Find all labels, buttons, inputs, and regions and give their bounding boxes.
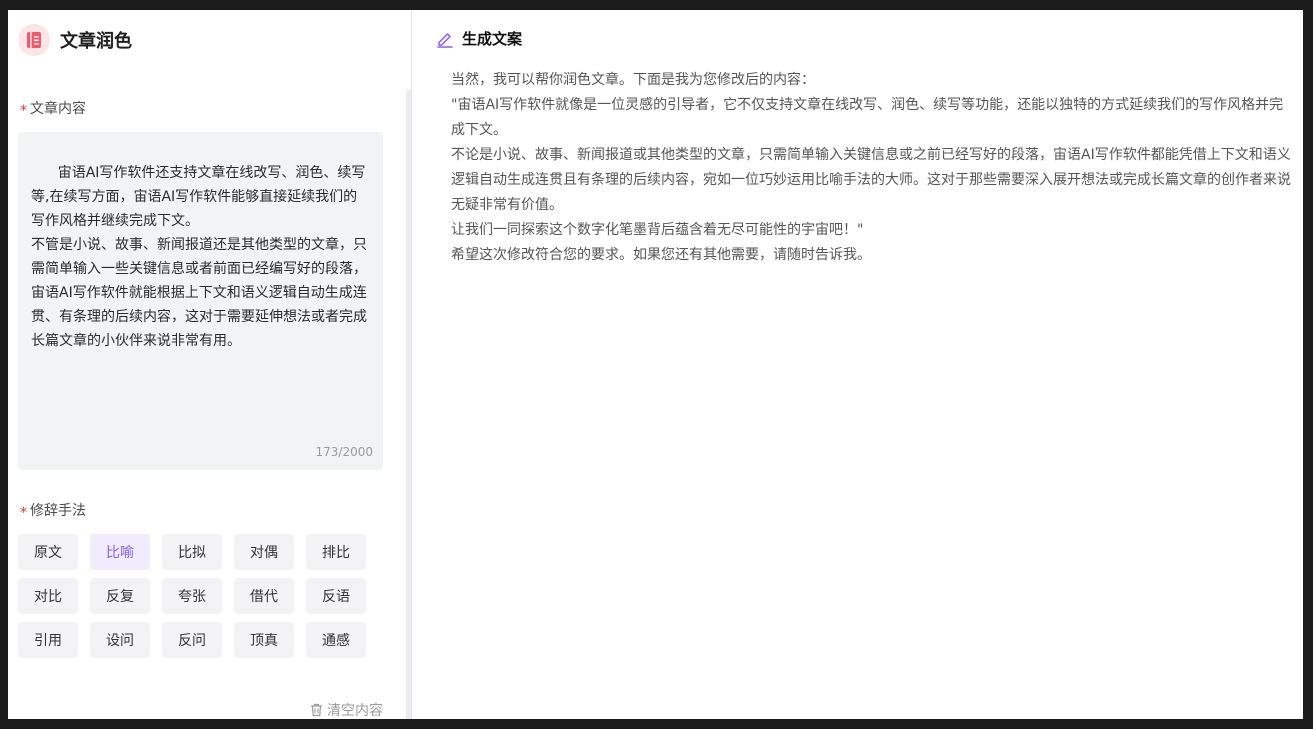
rhetoric-option[interactable]: 比拟 [162,534,222,570]
output-header: 生成文案 [436,28,525,50]
rhetoric-option[interactable]: 对比 [18,578,78,614]
rhetoric-option[interactable]: 借代 [234,578,294,614]
output-paragraph: 当然，我可以帮你润色文章。下面是我为您修改后的内容： [451,72,815,88]
output-paragraph: 不论是小说、故事、新闻报道或其他类型的文章，只需简单输入关键信息或之前已经写好的… [451,147,1291,213]
clear-button[interactable]: 清空内容 [310,700,383,719]
output-panel: 生成文案 当然，我可以帮你润色文章。下面是我为您修改后的内容： "宙语AI写作软件… [412,10,1303,719]
output-paragraph: "宙语AI写作软件就像是一位灵感的引导者，它不仅支持文章在线改写、润色、续写等功… [451,97,1284,138]
trash-icon [311,703,322,717]
book-icon [18,24,50,56]
rhetoric-option[interactable]: 引用 [18,622,78,658]
article-content[interactable]: 宙语AI写作软件还支持文章在线改写、润色、续写等,在续写方面，宙语AI写作软件能… [31,165,367,349]
rhetoric-option[interactable]: 对偶 [234,534,294,570]
app-title: 文章润色 [60,31,132,52]
rhetoric-label: * 修辞手法 [20,500,86,520]
app-window: 文章润色 * 文章内容 宙语AI写作软件还支持文章在线改写、润色、续写等,在续写… [8,10,1303,719]
article-label-text: 文章内容 [30,101,86,117]
rhetoric-option[interactable]: 排比 [306,534,366,570]
rhetoric-option[interactable]: 通感 [306,622,366,658]
input-panel: 文章润色 * 文章内容 宙语AI写作软件还支持文章在线改写、润色、续写等,在续写… [8,10,411,719]
rhetoric-option[interactable]: 比喻 [90,534,150,570]
output-paragraph: 希望这次修改符合您的要求。如果您还有其他需要，请随时告诉我。 [451,247,871,263]
char-counter: 173/2000 [315,445,374,459]
article-textarea[interactable]: 宙语AI写作软件还支持文章在线改写、润色、续写等,在续写方面，宙语AI写作软件能… [18,132,383,470]
article-label: * 文章内容 [20,98,86,118]
rhetoric-label-text: 修辞手法 [30,503,86,519]
required-mark: * [20,103,27,119]
app-header: 文章润色 [18,24,132,56]
rhetoric-option[interactable]: 设问 [90,622,150,658]
clear-label: 清空内容 [327,703,383,719]
rhetoric-option[interactable]: 反语 [306,578,366,614]
required-mark: * [20,505,27,521]
rhetoric-option[interactable]: 原文 [18,534,78,570]
rhetoric-options: 原文 比喻 比拟 对偶 排比对比 反复 夸张 借代 反语引用 设问 反问 顶真 通感 [18,534,366,658]
output-paragraph: 让我们一同探索这个数字化笔墨背后蕴含着无尽可能性的宇宙吧！" [451,222,864,238]
output-content: 当然，我可以帮你润色文章。下面是我为您修改后的内容： "宙语AI写作软件就像是一位… [451,68,1291,268]
pencil-icon [437,32,453,48]
rhetoric-option[interactable]: 顶真 [234,622,294,658]
rhetoric-option[interactable]: 反问 [162,622,222,658]
rhetoric-option[interactable]: 夸张 [162,578,222,614]
rhetoric-option[interactable]: 反复 [90,578,150,614]
output-title: 生成文案 [462,30,525,50]
